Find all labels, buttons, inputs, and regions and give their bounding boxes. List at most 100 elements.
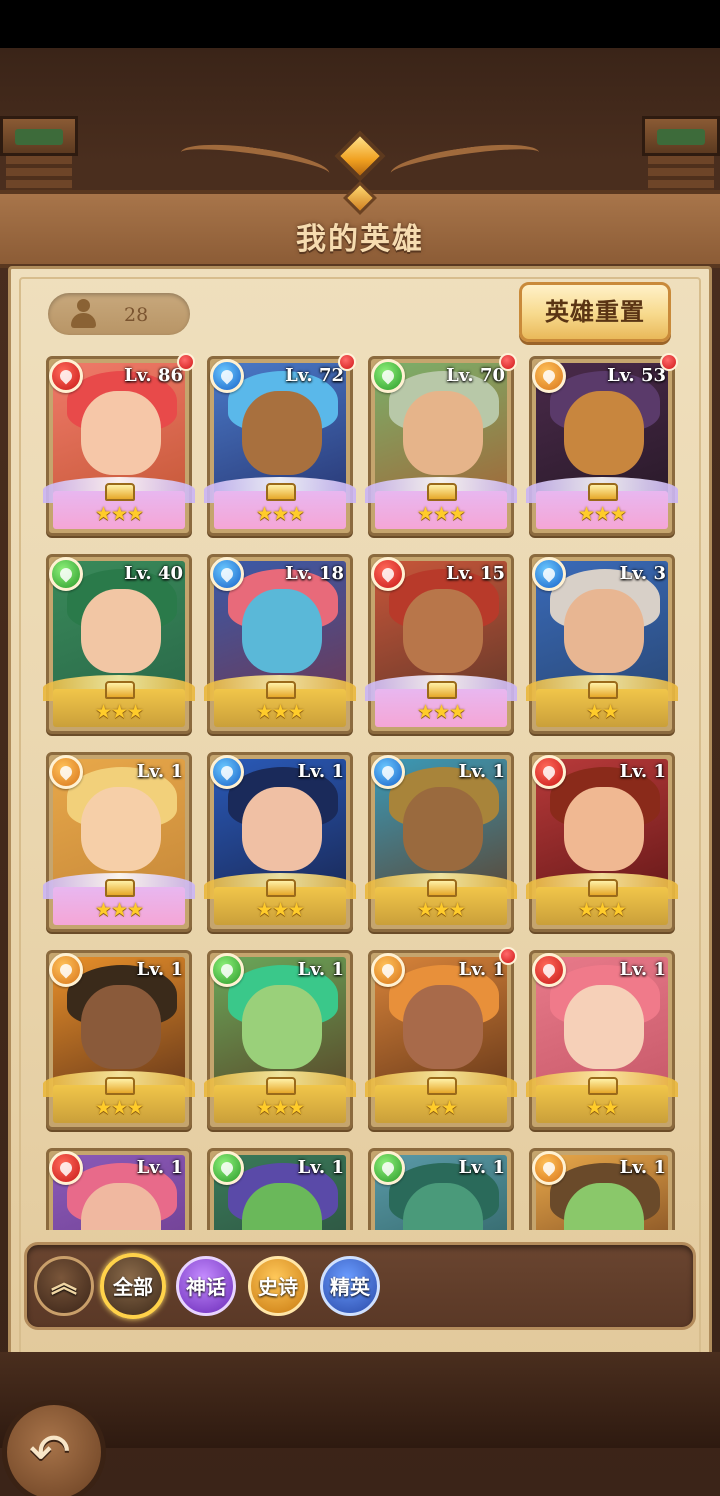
wind-element-icon (49, 557, 83, 591)
hero-stars: ★★★ (255, 899, 305, 921)
wind-element-icon (210, 953, 244, 987)
crown-icon (588, 879, 618, 897)
back-button[interactable]: ↶ (2, 1400, 106, 1496)
fire-element-icon (532, 755, 566, 789)
filter-elite[interactable]: 精英 (320, 1256, 380, 1316)
hero-card[interactable]: Lv. 1 (529, 1148, 675, 1230)
hero-card[interactable]: ★★★ Lv. 1 (204, 752, 356, 932)
hero-stars: ★★ (585, 1097, 619, 1119)
hero-card[interactable]: ★★★ Lv. 86 (43, 353, 195, 536)
notification-dot-icon (177, 353, 195, 371)
earth-element-icon (371, 953, 405, 987)
hero-level: Lv. 72 (285, 365, 344, 386)
hero-level: Lv. 53 (607, 365, 666, 386)
crown-icon (266, 879, 296, 897)
hero-stars: ★★★ (577, 899, 627, 921)
crown-icon (105, 483, 135, 501)
hero-card[interactable]: ★★★ Lv. 1 (43, 950, 195, 1130)
hero-card[interactable]: Lv. 1 (46, 1148, 192, 1230)
hero-card[interactable]: Lv. 1 (368, 1148, 514, 1230)
hero-count-badge: 28 (48, 293, 190, 335)
collapse-button[interactable]: ︽ (34, 1256, 94, 1316)
hero-level: Lv. 3 (619, 563, 666, 584)
crown-icon (427, 879, 457, 897)
title-banner: 我的英雄 (0, 181, 720, 268)
back-arrow-icon: ↶ (29, 1423, 71, 1481)
filter-myth[interactable]: 神话 (176, 1256, 236, 1316)
hero-level: Lv. 1 (297, 761, 344, 782)
hero-level: Lv. 18 (285, 563, 344, 584)
crown-icon (427, 1077, 457, 1095)
earth-element-icon (49, 953, 83, 987)
hero-level: Lv. 1 (458, 1157, 505, 1178)
hero-card[interactable]: Lv. 1 (207, 1148, 353, 1230)
crown-icon (105, 879, 135, 897)
hero-stars: ★★★ (577, 503, 627, 525)
hero-card[interactable]: ★★★ Lv. 40 (43, 554, 195, 734)
hero-card[interactable]: ★★ Lv. 3 (526, 554, 678, 734)
hero-stars: ★★★ (94, 701, 144, 723)
hero-level: Lv. 1 (297, 1157, 344, 1178)
crown-icon (427, 681, 457, 699)
hero-card[interactable]: ★★★ Lv. 15 (365, 554, 517, 734)
hero-level: Lv. 1 (458, 761, 505, 782)
bottom-strip (0, 1352, 720, 1448)
water-element-icon (210, 755, 244, 789)
hero-level: Lv. 86 (124, 365, 183, 386)
crown-icon (266, 1077, 296, 1095)
notification-dot-icon (499, 353, 517, 371)
hero-stars: ★★★ (255, 701, 305, 723)
status-bar (0, 0, 720, 48)
hero-card[interactable]: ★★★ Lv. 1 (526, 752, 678, 932)
crown-icon (588, 1077, 618, 1095)
filter-epic[interactable]: 史诗 (248, 1256, 308, 1316)
hero-level: Lv. 1 (136, 959, 183, 980)
crown-icon (266, 681, 296, 699)
wind-element-icon (371, 1151, 405, 1185)
hero-card[interactable]: ★★ Lv. 1 (365, 947, 517, 1130)
hero-count: 28 (124, 304, 149, 326)
fire-element-icon (532, 953, 566, 987)
hero-card[interactable]: ★★ Lv. 1 (526, 950, 678, 1130)
hero-card[interactable]: ★★★ Lv. 1 (43, 752, 195, 932)
hero-stars: ★★★ (94, 1097, 144, 1119)
water-element-icon (371, 755, 405, 789)
hero-card[interactable]: ★★★ Lv. 1 (365, 752, 517, 932)
fire-element-icon (49, 359, 83, 393)
chevron-up-icon: ︽ (50, 1269, 77, 1299)
hero-card[interactable]: ★★★ Lv. 70 (365, 353, 517, 536)
water-element-icon (210, 359, 244, 393)
crown-icon (427, 483, 457, 501)
notification-dot-icon (499, 947, 517, 965)
hero-level: Lv. 1 (297, 959, 344, 980)
earth-element-icon (532, 359, 566, 393)
hero-level: Lv. 1 (619, 1157, 666, 1178)
hero-card[interactable]: ★★★ Lv. 72 (204, 353, 356, 536)
hero-stars: ★★ (424, 1097, 458, 1119)
hero-level: Lv. 1 (619, 761, 666, 782)
hero-reset-button[interactable]: 英雄重置 (519, 282, 671, 342)
hero-level: Lv. 70 (446, 365, 505, 386)
hero-card[interactable]: ★★★ Lv. 18 (204, 554, 356, 734)
water-element-icon (210, 557, 244, 591)
hero-stars: ★★★ (255, 503, 305, 525)
hero-card[interactable]: ★★★ Lv. 1 (204, 950, 356, 1130)
hero-card[interactable]: ★★★ Lv. 53 (526, 353, 678, 536)
hero-level: Lv. 1 (458, 959, 505, 980)
hero-stars: ★★ (585, 701, 619, 723)
water-element-icon (532, 557, 566, 591)
hero-grid[interactable]: ★★★ Lv. 86 ★★★ Lv. 72 ★★★ Lv. 70 ★★★ Lv. 53 ★★★ L… (40, 344, 680, 1230)
hero-level: Lv. 40 (124, 563, 183, 584)
filter-all[interactable]: 全部 (100, 1253, 166, 1319)
notification-dot-icon (338, 353, 356, 371)
hero-stars: ★★★ (416, 701, 466, 723)
wind-element-icon (371, 359, 405, 393)
fire-element-icon (371, 557, 405, 591)
hero-level: Lv. 1 (136, 1157, 183, 1178)
hero-level: Lv. 15 (446, 563, 505, 584)
page-title: 我的英雄 (296, 222, 424, 257)
hero-level: Lv. 1 (619, 959, 666, 980)
hero-stars: ★★★ (416, 899, 466, 921)
earth-element-icon (532, 1151, 566, 1185)
crown-icon (588, 681, 618, 699)
